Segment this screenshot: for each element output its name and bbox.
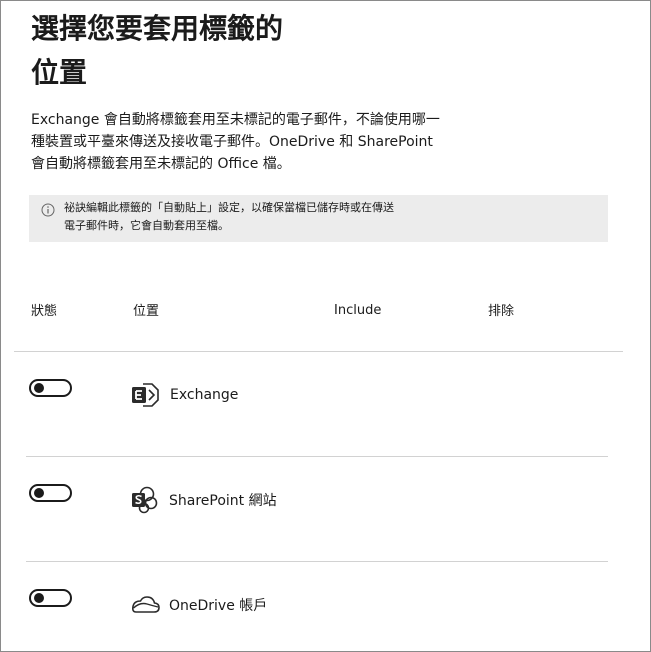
exchange-toggle[interactable] — [29, 379, 72, 397]
onedrive-toggle[interactable] — [29, 589, 72, 607]
column-header-exclude: 排除 — [488, 304, 515, 319]
sharepoint-toggle[interactable] — [29, 484, 72, 502]
sharepoint-icon — [132, 486, 158, 514]
column-header-include: Include — [334, 303, 382, 318]
toggle-knob — [34, 593, 44, 603]
info-banner: 祕訣編輯此標籤的「自動貼上」設定，以確保當檔已儲存時或在傳送電子郵件時，它會自動… — [29, 195, 608, 242]
page-description: Exchange 會自動將標籤套用至未標記的電子郵件，不論使用哪一種裝置或平臺來… — [31, 112, 440, 172]
location-label-onedrive: OneDrive 帳戶 — [169, 598, 268, 614]
column-header-status: 狀態 — [31, 304, 58, 319]
toggle-knob — [34, 488, 44, 498]
exchange-icon — [132, 383, 159, 407]
toggle-knob — [34, 383, 44, 393]
info-text: 祕訣編輯此標籤的「自動貼上」設定，以確保當檔已儲存時或在傳送電子郵件時，它會自動… — [64, 201, 394, 232]
location-label-exchange: Exchange — [170, 387, 239, 403]
page-title: 選擇您要套用標籤的位置 — [31, 12, 284, 89]
column-header-location: 位置 — [133, 304, 160, 319]
location-label-sharepoint: SharePoint 網站 — [169, 493, 277, 509]
info-icon — [41, 203, 55, 217]
header-divider — [14, 351, 623, 352]
apply-label-locations-panel: 選擇您要套用標籤的位置 Exchange 會自動將標籤套用至未標記的電子郵件，不… — [0, 0, 651, 652]
row-divider — [26, 456, 608, 457]
row-divider — [26, 561, 608, 562]
onedrive-icon — [132, 596, 160, 613]
